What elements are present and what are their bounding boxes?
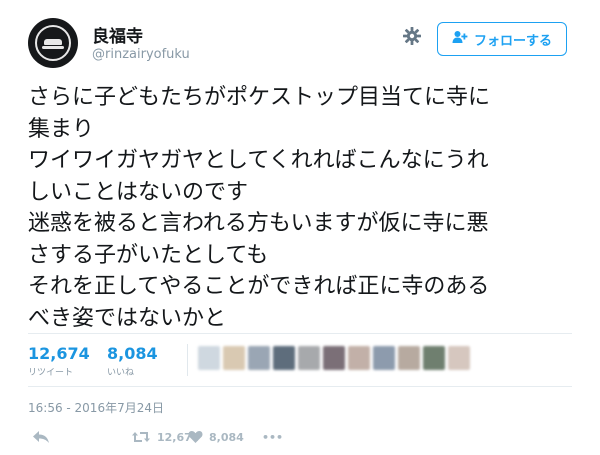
liker-avatar[interactable] [348, 346, 370, 370]
gear-icon[interactable] [402, 26, 422, 46]
tweet-text: さらに子どもたちがポケストップ目当てに寺に 集まり ワイワイガヤガヤとしてくれれ… [28, 85, 491, 331]
retweet-count: 12,674 [28, 344, 90, 363]
liker-avatar[interactable] [373, 346, 395, 370]
liker-avatar[interactable] [273, 346, 295, 370]
liker-avatar[interactable] [448, 346, 470, 370]
avatar-temple-mark [44, 39, 62, 45]
reply-button[interactable] [32, 428, 50, 446]
like-stat[interactable]: 8,084 いいね [107, 344, 158, 378]
add-user-icon [452, 30, 468, 48]
liker-avatar[interactable] [248, 346, 270, 370]
retweet-icon [131, 430, 151, 444]
reply-icon [32, 430, 50, 444]
divider [187, 344, 188, 376]
tweet-actions: 12,674 8,084 ••• [28, 428, 328, 446]
follow-button[interactable]: フォローする [437, 22, 567, 56]
liker-avatar[interactable] [423, 346, 445, 370]
more-options-button[interactable]: ••• [262, 428, 283, 446]
like-action-count: 8,084 [209, 430, 244, 444]
like-count: 8,084 [107, 344, 158, 363]
liker-avatar[interactable] [198, 346, 220, 370]
avatar-temple-base [42, 46, 64, 49]
liker-avatar[interactable] [298, 346, 320, 370]
account-handle[interactable]: @rinzairyofuku [92, 47, 190, 62]
like-label: いいね [107, 368, 135, 378]
liker-avatar[interactable] [398, 346, 420, 370]
like-button[interactable]: 8,084 [188, 428, 244, 446]
more-icon: ••• [262, 430, 284, 444]
retweet-label: リツイート [28, 368, 74, 378]
follow-button-label: フォローする [473, 33, 552, 49]
retweet-stat[interactable]: 12,674 リツイート [28, 344, 90, 378]
liker-avatar[interactable] [223, 346, 245, 370]
divider [28, 333, 572, 334]
divider [28, 386, 572, 387]
liker-avatar[interactable] [323, 346, 345, 370]
tweet-timestamp[interactable]: 16:56 - 2016年7月24日 [28, 399, 164, 416]
account-name[interactable]: 良福寺 [92, 22, 143, 47]
liker-avatars [198, 346, 470, 370]
heart-icon [188, 430, 203, 444]
avatar[interactable] [28, 18, 78, 68]
